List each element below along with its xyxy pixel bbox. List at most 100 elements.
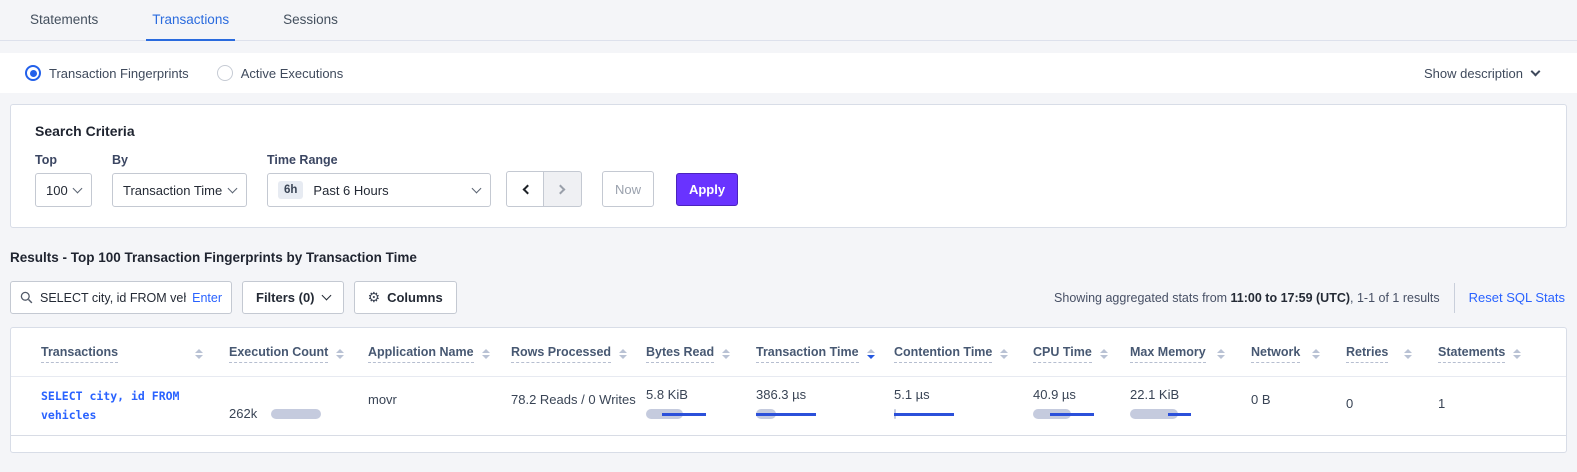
filters-button-label: Filters (0)	[256, 290, 315, 305]
sort-icon[interactable]	[328, 349, 344, 360]
radio-label: Transaction Fingerprints	[49, 66, 189, 81]
next-time-button[interactable]	[544, 171, 582, 207]
search-criteria-controls: Top 100 By Transaction Time Time Range 6…	[35, 153, 1542, 207]
column-label: Statements	[1438, 345, 1505, 363]
sort-icon[interactable]	[474, 349, 490, 360]
stats-time-range: 11:00 to 17:59 (UTC)	[1231, 291, 1350, 305]
time-range-select[interactable]: 6h Past 6 Hours	[267, 173, 491, 207]
tab-sessions[interactable]: Sessions	[277, 12, 344, 41]
tab-statements[interactable]: Statements	[24, 12, 104, 41]
sort-icon[interactable]	[187, 349, 203, 360]
contention-time-value: 5.1 µs	[894, 387, 1033, 402]
radio-transaction-fingerprints[interactable]: Transaction Fingerprints	[25, 65, 189, 81]
stats-suffix: , 1-1 of 1 results	[1350, 291, 1440, 305]
column-header-transactions[interactable]: Transactions	[41, 332, 229, 376]
column-label: Application Name	[368, 345, 474, 363]
time-range-value: Past 6 Hours	[313, 183, 388, 198]
top-label: Top	[35, 153, 92, 167]
column-header-contention-time[interactable]: Contention Time	[894, 332, 1033, 376]
columns-button-label: Columns	[387, 290, 443, 305]
table-row: SELECT city, id FROM vehicles 262k movr …	[11, 377, 1566, 436]
column-label: CPU Time	[1033, 345, 1092, 363]
sort-icon-active-desc[interactable]	[859, 349, 875, 360]
by-select[interactable]: Transaction Time	[112, 173, 247, 207]
show-description-toggle[interactable]: Show description	[1424, 66, 1539, 81]
reset-sql-stats-link[interactable]: Reset SQL Stats	[1469, 290, 1565, 305]
results-controls-row: Enter Filters (0) ⚙ Columns Showing aggr…	[10, 281, 1567, 314]
column-label: Rows Processed	[511, 345, 611, 363]
column-label: Retries	[1346, 345, 1388, 363]
bar-chart	[756, 409, 816, 419]
bytes-read-cell: 5.8 KiB	[646, 377, 756, 435]
bar-line	[1050, 413, 1094, 416]
transaction-fingerprint-link[interactable]: SELECT city, id FROM vehicles	[41, 377, 199, 435]
sort-icon[interactable]	[1505, 349, 1521, 360]
chevron-down-icon	[321, 291, 331, 301]
radio-active-executions[interactable]: Active Executions	[217, 65, 344, 81]
column-label: Bytes Read	[646, 345, 714, 363]
column-header-retries[interactable]: Retries	[1346, 332, 1438, 376]
max-memory-cell: 22.1 KiB	[1130, 377, 1251, 435]
transaction-time-cell: 386.3 µs	[756, 377, 894, 435]
sort-icon[interactable]	[714, 349, 730, 360]
bar-line	[894, 413, 954, 416]
time-pager	[506, 171, 582, 207]
statements-cell: 1	[1438, 377, 1546, 435]
previous-time-button[interactable]	[506, 171, 544, 207]
top-select[interactable]: 100	[35, 173, 92, 207]
top-select-value: 100	[46, 183, 68, 198]
column-header-transaction-time[interactable]: Transaction Time	[756, 332, 894, 376]
radio-unselected-icon[interactable]	[217, 65, 233, 81]
bar-chart	[1130, 409, 1190, 419]
search-criteria-card: Search Criteria Top 100 By Transaction T…	[10, 104, 1567, 228]
execution-count-bar	[271, 409, 321, 419]
chevron-down-icon	[472, 183, 482, 193]
vertical-divider	[1454, 283, 1455, 313]
table-header-row: Transactions Execution Count Application…	[11, 332, 1566, 377]
sort-icon[interactable]	[1396, 349, 1412, 360]
sort-icon[interactable]	[992, 349, 1008, 360]
column-header-cpu-time[interactable]: CPU Time	[1033, 332, 1130, 376]
apply-button[interactable]: Apply	[676, 173, 738, 206]
network-cell: 0 B	[1251, 377, 1346, 435]
column-label: Max Memory	[1130, 345, 1206, 363]
sort-icon[interactable]	[611, 349, 627, 360]
sort-icon[interactable]	[1209, 349, 1225, 360]
search-input[interactable]	[40, 291, 186, 305]
results-heading: Results - Top 100 Transaction Fingerprin…	[10, 250, 1567, 265]
chevron-down-icon	[228, 183, 238, 193]
column-header-bytes-read[interactable]: Bytes Read	[646, 332, 756, 376]
columns-button[interactable]: ⚙ Columns	[354, 281, 457, 314]
now-button[interactable]: Now	[602, 171, 654, 207]
tab-transactions[interactable]: Transactions	[146, 12, 235, 41]
execution-count-cell: 262k	[229, 377, 368, 435]
application-name-cell: movr	[368, 377, 511, 435]
column-header-max-memory[interactable]: Max Memory	[1130, 332, 1251, 376]
column-label: Network	[1251, 345, 1300, 363]
column-header-statements[interactable]: Statements	[1438, 332, 1547, 376]
chevron-down-icon	[1531, 66, 1541, 76]
column-label: Transaction Time	[756, 345, 859, 363]
column-label: Execution Count	[229, 345, 328, 363]
column-header-execution-count[interactable]: Execution Count	[229, 332, 368, 376]
cpu-time-cell: 40.9 µs	[1033, 377, 1130, 435]
gear-icon: ⚙	[368, 290, 381, 306]
column-header-rows-processed[interactable]: Rows Processed	[511, 332, 646, 376]
rows-processed-cell: 78.2 Reads / 0 Writes	[511, 377, 646, 435]
column-header-application-name[interactable]: Application Name	[368, 332, 511, 376]
results-table-card: Transactions Execution Count Application…	[10, 327, 1567, 453]
search-box[interactable]: Enter	[10, 281, 232, 314]
sort-icon[interactable]	[1304, 349, 1320, 360]
bar-chart	[894, 409, 954, 419]
view-toggle-band: Transaction Fingerprints Active Executio…	[0, 53, 1577, 93]
radio-selected-icon[interactable]	[25, 65, 41, 81]
search-icon	[20, 291, 33, 304]
time-range-field: Time Range 6h Past 6 Hours	[267, 153, 491, 207]
search-enter-hint[interactable]: Enter	[192, 291, 222, 305]
sort-icon[interactable]	[1092, 349, 1108, 360]
column-header-network[interactable]: Network	[1251, 332, 1346, 376]
filters-button[interactable]: Filters (0)	[242, 281, 344, 314]
bar-chart	[646, 409, 706, 419]
column-label: Contention Time	[894, 345, 992, 363]
chevron-right-icon	[556, 184, 566, 194]
